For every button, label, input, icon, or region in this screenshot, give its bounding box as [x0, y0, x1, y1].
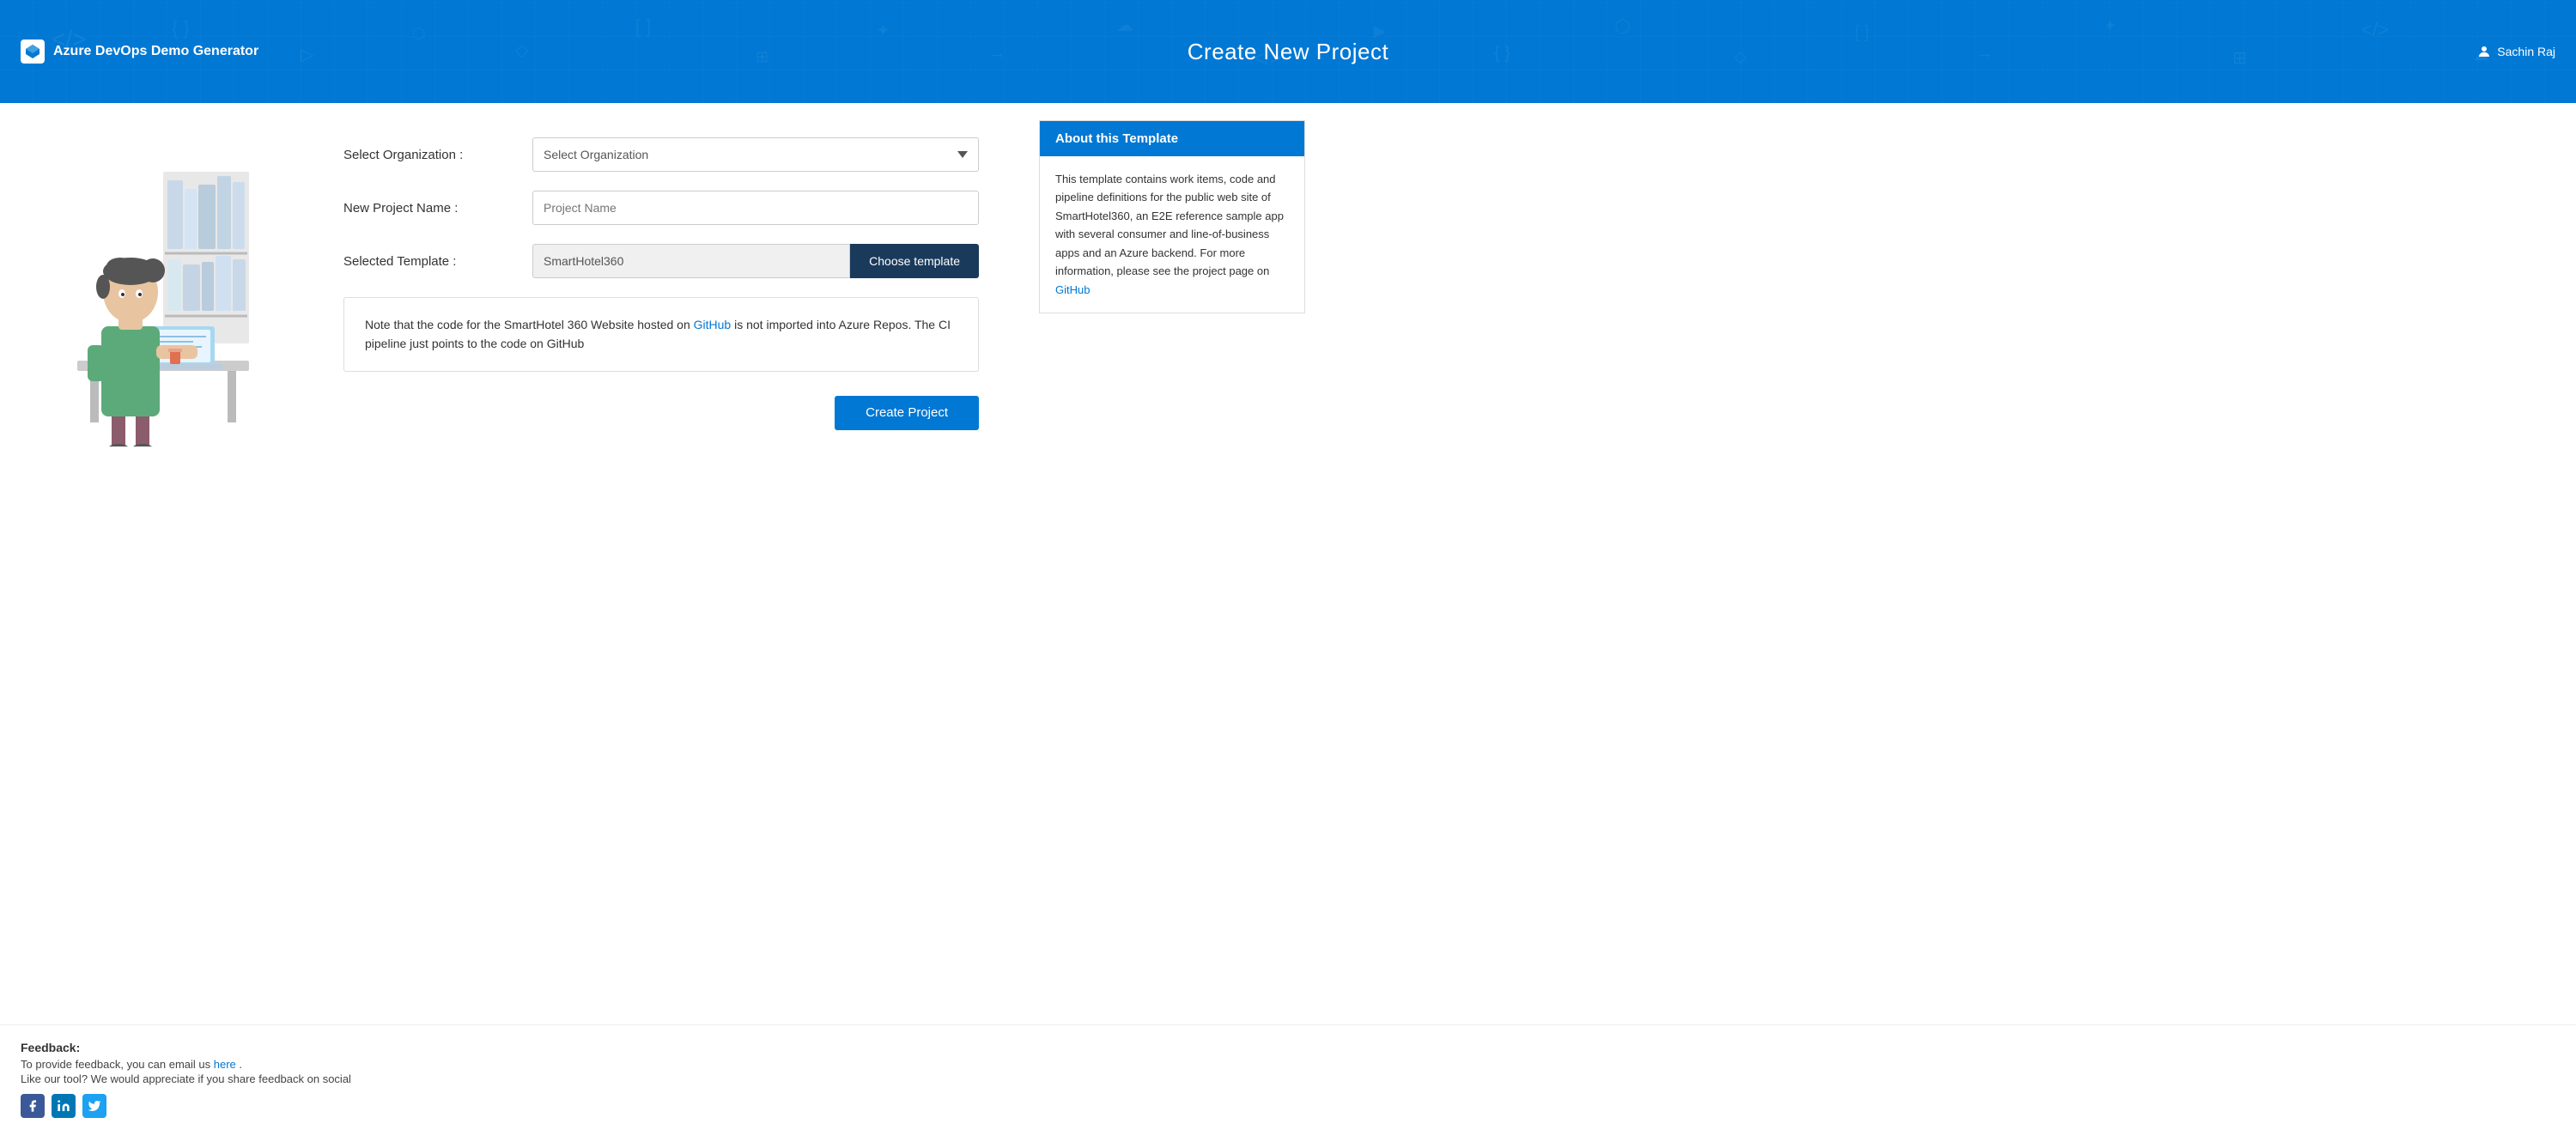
project-name-wrap: [532, 191, 979, 225]
user-name: Sachin Raj: [2497, 45, 2555, 58]
page-footer: Feedback: To provide feedback, you can e…: [0, 1024, 2576, 1142]
project-name-label: New Project Name :: [343, 201, 532, 216]
project-name-input[interactable]: [532, 191, 979, 225]
app-brand[interactable]: Azure DevOps Demo Generator: [21, 39, 258, 64]
org-label: Select Organization :: [343, 148, 532, 162]
brand-icon: [21, 39, 45, 64]
template-row: Selected Template : Choose template: [343, 244, 979, 278]
template-control-wrap: Choose template: [532, 244, 979, 278]
about-github-link[interactable]: GitHub: [1055, 283, 1090, 296]
org-row: Select Organization : Select Organizatio…: [343, 137, 979, 172]
feedback-line1: To provide feedback, you can email us he…: [21, 1058, 2555, 1071]
feedback-here-link[interactable]: here: [214, 1058, 236, 1071]
note-text-1: Note that the code for the SmartHotel 36…: [365, 318, 694, 331]
form-panel: Select Organization : Select Organizatio…: [292, 103, 1030, 1024]
page-title: Create New Project: [1188, 39, 1388, 65]
app-title: Azure DevOps Demo Generator: [53, 44, 258, 59]
about-body-text: This template contains work items, code …: [1055, 173, 1284, 277]
create-project-button[interactable]: Create Project: [835, 396, 979, 430]
main-content: Select Organization : Select Organizatio…: [0, 103, 2576, 1024]
about-header: About this Template: [1040, 121, 1304, 156]
note-box: Note that the code for the SmartHotel 36…: [343, 297, 979, 372]
user-info: Sachin Raj: [2476, 44, 2555, 59]
template-label: Selected Template :: [343, 254, 532, 269]
illustration-svg: [26, 120, 266, 446]
about-box: About this Template This template contai…: [1039, 120, 1305, 313]
left-illustration-panel: [0, 103, 292, 1024]
feedback-line3: Like our tool? We would appreciate if yo…: [21, 1072, 2555, 1085]
right-panel: About this Template This template contai…: [1030, 103, 1322, 1024]
page-header: </> { } ▷ ⬡ ◇ [ ] ⊞ ✦ → ☁ </> ▶ { } ⬡ ◇ …: [0, 0, 2576, 103]
user-icon: [2476, 44, 2492, 59]
facebook-icon[interactable]: [21, 1094, 45, 1118]
org-select[interactable]: Select Organization: [532, 137, 979, 172]
org-select-wrap: Select Organization: [532, 137, 979, 172]
linkedin-icon[interactable]: [52, 1094, 76, 1118]
choose-template-button[interactable]: Choose template: [850, 244, 979, 278]
note-github-link[interactable]: GitHub: [694, 318, 732, 331]
feedback-title: Feedback:: [21, 1041, 2555, 1054]
about-body: This template contains work items, code …: [1040, 156, 1304, 313]
twitter-icon[interactable]: [82, 1094, 106, 1118]
social-icons-group: [21, 1094, 2555, 1118]
template-input-group: Choose template: [532, 244, 979, 278]
project-name-row: New Project Name :: [343, 191, 979, 225]
template-name-input[interactable]: [532, 244, 850, 278]
